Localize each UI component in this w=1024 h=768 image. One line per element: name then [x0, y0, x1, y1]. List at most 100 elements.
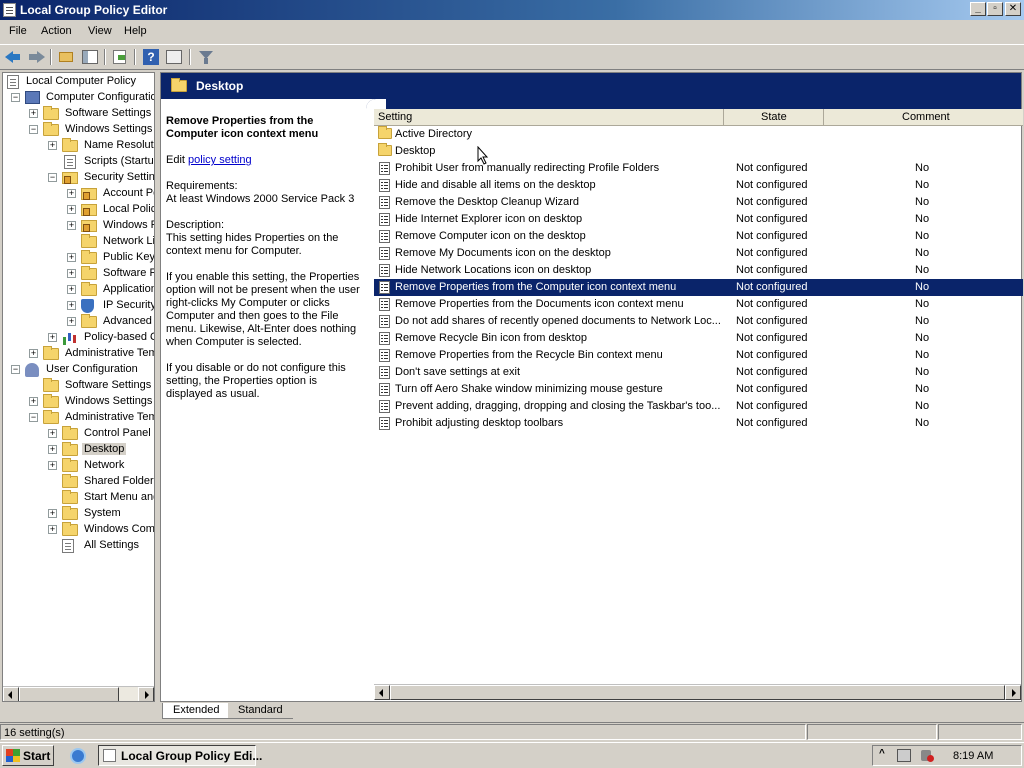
- back-button[interactable]: [3, 48, 23, 66]
- tree-node[interactable]: Start Menu and: [3, 490, 154, 506]
- up-one-level-button[interactable]: [56, 48, 76, 66]
- tree-node[interactable]: + Windows F: [3, 218, 154, 234]
- taskbar-window-button[interactable]: Local Group Policy Edi...: [98, 745, 262, 766]
- tree-node[interactable]: Network Lis: [3, 234, 154, 250]
- expand-icon[interactable]: +: [67, 301, 76, 310]
- tree-node[interactable]: + Account Pc: [3, 186, 154, 202]
- tree-node[interactable]: − Security Settin: [3, 170, 154, 186]
- expand-icon[interactable]: +: [67, 253, 76, 262]
- setting-row[interactable]: Prohibit User from manually redirecting …: [374, 160, 1023, 177]
- maximize-button[interactable]: ▫: [987, 2, 1003, 16]
- help-button[interactable]: ?: [141, 48, 161, 66]
- export-list-button[interactable]: [110, 48, 130, 66]
- tree-node[interactable]: + Local Policie: [3, 202, 154, 218]
- setting-row[interactable]: Remove My Documents icon on the desktop N…: [374, 245, 1023, 262]
- minimize-button[interactable]: _: [970, 2, 986, 16]
- setting-row[interactable]: Do not add shares of recently opened doc…: [374, 313, 1023, 330]
- setting-row[interactable]: Remove Properties from the Recycle Bin c…: [374, 347, 1023, 364]
- expand-icon[interactable]: +: [67, 189, 76, 198]
- tree-horizontal-scrollbar[interactable]: [3, 686, 154, 701]
- forward-button[interactable]: [25, 48, 45, 66]
- expand-icon[interactable]: +: [48, 445, 57, 454]
- tab-extended[interactable]: Extended: [162, 703, 231, 719]
- menu-view[interactable]: View: [88, 25, 112, 37]
- expand-icon[interactable]: +: [48, 333, 57, 342]
- expand-icon[interactable]: +: [48, 429, 57, 438]
- expand-icon[interactable]: +: [29, 397, 38, 406]
- folder-row[interactable]: Active Directory: [374, 126, 1023, 143]
- column-setting[interactable]: Setting: [374, 109, 724, 126]
- tree-node[interactable]: Local Computer Policy: [3, 74, 154, 90]
- tree-node[interactable]: + IP Security: [3, 298, 154, 314]
- tree-node[interactable]: − Windows Settings: [3, 122, 154, 138]
- column-state[interactable]: State: [724, 109, 824, 126]
- expand-icon[interactable]: +: [48, 509, 57, 518]
- tree-node[interactable]: − Computer Configuratio: [3, 90, 154, 106]
- tree-node[interactable]: All Settings: [3, 538, 154, 554]
- speaker-muted-icon[interactable]: [921, 750, 934, 762]
- tree-node[interactable]: Software Settings: [3, 378, 154, 394]
- expand-icon[interactable]: +: [67, 205, 76, 214]
- scroll-left-button[interactable]: [374, 685, 390, 700]
- setting-row[interactable]: Prohibit adjusting desktop toolbars Not c…: [374, 415, 1023, 432]
- tab-standard[interactable]: Standard: [228, 703, 293, 719]
- tree-node[interactable]: − User Configuration: [3, 362, 154, 378]
- setting-row[interactable]: Prevent adding, dragging, dropping and c…: [374, 398, 1023, 415]
- tree-node[interactable]: + Network: [3, 458, 154, 474]
- expand-icon[interactable]: +: [29, 109, 38, 118]
- collapse-icon[interactable]: −: [29, 413, 38, 422]
- collapse-icon[interactable]: −: [11, 365, 20, 374]
- internet-explorer-icon[interactable]: [70, 748, 86, 764]
- scroll-thumb[interactable]: [19, 687, 119, 701]
- setting-row[interactable]: Hide Network Locations icon on desktop No…: [374, 262, 1023, 279]
- tree-node[interactable]: + Administrative Tem: [3, 346, 154, 362]
- start-button[interactable]: Start: [2, 745, 54, 766]
- properties-button[interactable]: [164, 48, 184, 66]
- scroll-left-button[interactable]: [3, 687, 19, 701]
- setting-row[interactable]: Turn off Aero Shake window minimizing mo…: [374, 381, 1023, 398]
- setting-row[interactable]: Don't save settings at exit Not configure…: [374, 364, 1023, 381]
- tree-node[interactable]: + Policy-based Q: [3, 330, 154, 346]
- expand-icon[interactable]: +: [67, 317, 76, 326]
- setting-row[interactable]: Hide Internet Explorer icon on desktop No…: [374, 211, 1023, 228]
- setting-row[interactable]: Remove the Desktop Cleanup Wizard Not con…: [374, 194, 1023, 211]
- close-button[interactable]: ✕: [1005, 2, 1021, 16]
- folder-row[interactable]: Desktop: [374, 143, 1023, 160]
- tree-node[interactable]: + Desktop: [3, 442, 154, 458]
- policy-editor-app-icon[interactable]: [3, 3, 16, 17]
- expand-icon[interactable]: +: [67, 269, 76, 278]
- show-hidden-icons-chevron-icon[interactable]: ^: [879, 748, 885, 759]
- scroll-right-button[interactable]: [138, 687, 154, 701]
- tree-node[interactable]: + Advanced: [3, 314, 154, 330]
- tree-node[interactable]: + Application: [3, 282, 154, 298]
- list-horizontal-scrollbar[interactable]: [374, 684, 1021, 700]
- network-icon[interactable]: [897, 749, 911, 762]
- expand-icon[interactable]: +: [67, 285, 76, 294]
- setting-row[interactable]: Remove Properties from the Documents ico…: [374, 296, 1023, 313]
- tree-node[interactable]: + Software R: [3, 266, 154, 282]
- menu-help[interactable]: Help: [124, 25, 147, 37]
- tree-node[interactable]: + Windows Comp: [3, 522, 154, 538]
- collapse-icon[interactable]: −: [29, 125, 38, 134]
- tree-node[interactable]: + Software Settings: [3, 106, 154, 122]
- expand-icon[interactable]: +: [48, 525, 57, 534]
- setting-row[interactable]: Remove Computer icon on the desktop Not c…: [374, 228, 1023, 245]
- expand-icon[interactable]: +: [29, 349, 38, 358]
- tree-node[interactable]: Scripts (Startu: [3, 154, 154, 170]
- menu-action[interactable]: Action: [41, 25, 72, 37]
- setting-row[interactable]: Remove Recycle Bin icon from desktop Not …: [374, 330, 1023, 347]
- tree-node[interactable]: + Public Key I: [3, 250, 154, 266]
- expand-icon[interactable]: +: [48, 461, 57, 470]
- tree-node[interactable]: + Control Panel: [3, 426, 154, 442]
- tree-node[interactable]: + Windows Settings: [3, 394, 154, 410]
- filter-button[interactable]: [196, 48, 216, 66]
- collapse-icon[interactable]: −: [48, 173, 57, 182]
- console-tree[interactable]: Local Computer Policy − Computer Configura…: [2, 72, 155, 702]
- clock[interactable]: 8:19 AM: [953, 750, 993, 762]
- collapse-icon[interactable]: −: [11, 93, 20, 102]
- tree-node[interactable]: Shared Folders: [3, 474, 154, 490]
- column-comment[interactable]: Comment: [824, 109, 1023, 126]
- tree-node[interactable]: − Administrative Tem: [3, 410, 154, 426]
- scroll-right-button[interactable]: [1005, 685, 1021, 700]
- tree-node[interactable]: + Name Resolutic: [3, 138, 154, 154]
